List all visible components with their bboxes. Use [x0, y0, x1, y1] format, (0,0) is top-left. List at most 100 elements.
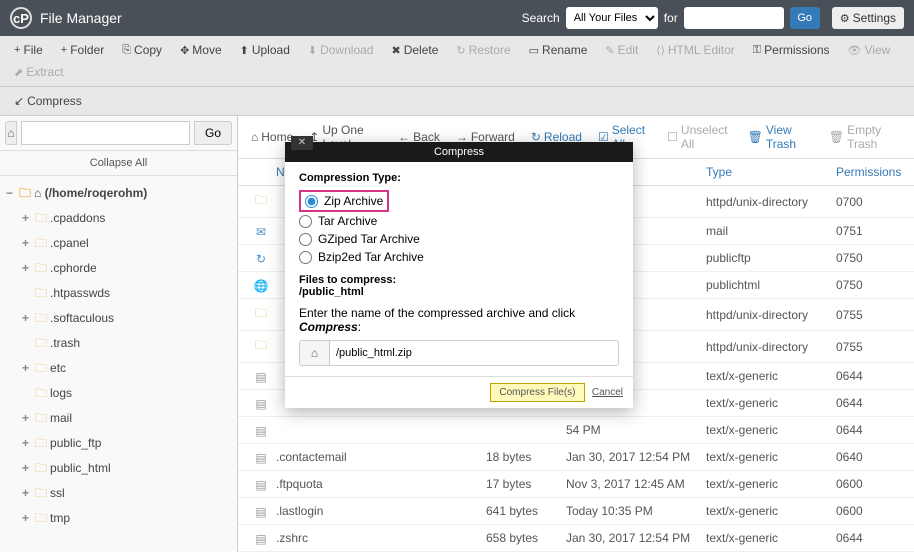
archive-name-input-group: ⌂: [299, 340, 619, 366]
folder-icon: 🗀: [35, 311, 47, 325]
file-type-icon: ▤: [255, 478, 266, 492]
compress-dialog: ✕ Compress Compression Type: Zip Archive…: [285, 142, 633, 408]
radio-gziped-tar[interactable]: GZiped Tar Archive: [299, 230, 619, 248]
cpanel-logo-icon: cP: [10, 7, 32, 29]
path-input[interactable]: [21, 121, 190, 145]
file-name: .ftpquota: [276, 477, 486, 491]
rename-button[interactable]: ▭Rename: [521, 40, 596, 60]
compression-type-group: Zip Archive Tar Archive GZiped Tar Archi…: [299, 190, 619, 266]
dialog-footer: Compress File(s) Cancel: [285, 376, 633, 408]
permissions-button[interactable]: ⚿Permissions: [745, 40, 838, 60]
close-icon[interactable]: ✕: [291, 136, 313, 150]
file-perm: 0640: [836, 450, 906, 464]
file-type: text/x-generic: [706, 396, 836, 410]
tree-node[interactable]: +🗀tmp: [6, 507, 231, 532]
tree-node[interactable]: +🗀mail: [6, 407, 231, 432]
file-type: httpd/unix-directory: [706, 340, 836, 354]
compress-files-button[interactable]: Compress File(s): [490, 383, 584, 402]
settings-button[interactable]: ⚙ Settings: [832, 7, 904, 29]
extract-button[interactable]: ⬈Extract: [6, 62, 72, 82]
delete-button[interactable]: ✖Delete: [383, 40, 446, 60]
tree-node[interactable]: +🗀public_ftp: [6, 432, 231, 457]
table-row[interactable]: ▤.lastlogin641 bytesToday 10:35 PMtext/x…: [238, 498, 914, 525]
folder-tree: −🗀⌂ (/home/roqerohm) +🗀.cpaddons+🗀.cpane…: [0, 176, 237, 538]
collapse-all-button[interactable]: Collapse All: [0, 151, 237, 176]
table-row[interactable]: ▤.contactemail18 bytesJan 30, 2017 12:54…: [238, 444, 914, 471]
file-perm: 0751: [836, 224, 906, 238]
move-button[interactable]: ✥Move: [172, 40, 230, 60]
compress-button[interactable]: ↙Compress: [6, 91, 90, 111]
col-permissions[interactable]: Permissions: [836, 165, 906, 179]
search-label: Search: [522, 11, 560, 25]
table-row[interactable]: ▤.ftpquota17 bytesNov 3, 2017 12:45 AMte…: [238, 471, 914, 498]
tree-node[interactable]: +🗀ssl: [6, 482, 231, 507]
tree-node[interactable]: +🗀.softaculous: [6, 307, 231, 332]
table-row[interactable]: ▤.zshrc658 bytesJan 30, 2017 12:54 PMtex…: [238, 525, 914, 552]
search-go-button[interactable]: Go: [790, 7, 820, 29]
tree-root[interactable]: −🗀⌂ (/home/roqerohm): [6, 182, 231, 207]
tree-node[interactable]: +🗀etc: [6, 357, 231, 382]
folder-icon: 🗀: [35, 236, 47, 250]
radio-bzip2ed-tar[interactable]: Bzip2ed Tar Archive: [299, 248, 619, 266]
file-name: .contactemail: [276, 450, 486, 464]
tree-node[interactable]: +🗀.cpanel: [6, 232, 231, 257]
rename-icon: ▭: [529, 44, 539, 57]
search-input[interactable]: [684, 7, 784, 29]
file-type: mail: [706, 224, 836, 238]
unselect-all-button[interactable]: ☐ Unselect All: [660, 120, 738, 154]
file-date: Jan 30, 2017 12:54 PM: [566, 531, 706, 545]
files-to-compress-label: Files to compress:: [299, 274, 619, 286]
dialog-title: Compress: [285, 146, 633, 158]
path-go-button[interactable]: Go: [194, 121, 232, 145]
radio-tar-archive[interactable]: Tar Archive: [299, 212, 619, 230]
main-toolbar-row2: ↙Compress: [0, 87, 914, 116]
for-label: for: [664, 11, 678, 25]
tree-node[interactable]: +🗀.cphorde: [6, 257, 231, 282]
radio-zip-archive[interactable]: Zip Archive: [299, 190, 389, 212]
cancel-button[interactable]: Cancel: [592, 387, 623, 398]
file-type-icon: ✉: [256, 225, 266, 239]
table-row[interactable]: ▤54 PMtext/x-generic0644: [238, 417, 914, 444]
file-perm: 0750: [836, 251, 906, 265]
file-perm: 0755: [836, 340, 906, 354]
tree-node[interactable]: +🗀.cpaddons: [6, 207, 231, 232]
file-type-icon: ▤: [255, 370, 266, 384]
archive-name-input[interactable]: [330, 341, 618, 365]
key-icon: ⚿: [753, 44, 761, 57]
empty-trash-button[interactable]: 🗑 Empty Trash: [822, 120, 908, 154]
col-type[interactable]: Type: [706, 165, 836, 179]
search-bar: Search All Your Files for Go ⚙ Settings: [522, 7, 904, 29]
download-button[interactable]: ⬇Download: [300, 40, 382, 60]
search-scope-select[interactable]: All Your Files: [566, 7, 658, 29]
folder-icon: 🗀: [35, 286, 47, 300]
view-trash-button[interactable]: 🗑 View Trash: [741, 120, 820, 154]
view-button[interactable]: 👁View: [840, 40, 899, 60]
folder-icon: 🗀: [35, 436, 47, 450]
app-title: File Manager: [40, 10, 122, 26]
file-type-icon: ▤: [255, 397, 266, 411]
copy-button[interactable]: ⎘Copy: [114, 40, 170, 60]
tree-node[interactable]: 🗀logs: [6, 382, 231, 407]
tree-node[interactable]: 🗀.trash: [6, 332, 231, 357]
file-perm: 0600: [836, 477, 906, 491]
restore-button[interactable]: ↻Restore: [448, 40, 518, 60]
copy-icon: ⎘: [122, 44, 131, 57]
tree-node[interactable]: 🗀.htpasswds: [6, 282, 231, 307]
file-type-icon: 🗀: [255, 306, 267, 320]
folder-icon: 🗀: [35, 461, 47, 475]
html-editor-button[interactable]: ⟨⟩HTML Editor: [648, 40, 743, 60]
folder-icon: 🗀: [35, 261, 47, 275]
file-type: publichtml: [706, 278, 836, 292]
folder-button[interactable]: +Folder: [53, 40, 112, 60]
instruction-text: Enter the name of the compressed archive…: [299, 306, 619, 334]
home-icon-button[interactable]: ⌂: [5, 121, 17, 145]
file-type-icon: 🌐: [254, 279, 269, 293]
edit-button[interactable]: ✎Edit: [597, 40, 646, 60]
dialog-titlebar[interactable]: ✕ Compress: [285, 142, 633, 162]
tree-node[interactable]: +🗀public_html: [6, 457, 231, 482]
app-header: cP File Manager Search All Your Files fo…: [0, 0, 914, 36]
file-button[interactable]: +File: [6, 40, 51, 60]
file-perm: 0644: [836, 423, 906, 437]
upload-button[interactable]: ⬆Upload: [232, 40, 298, 60]
file-type-icon: ▤: [255, 532, 266, 546]
